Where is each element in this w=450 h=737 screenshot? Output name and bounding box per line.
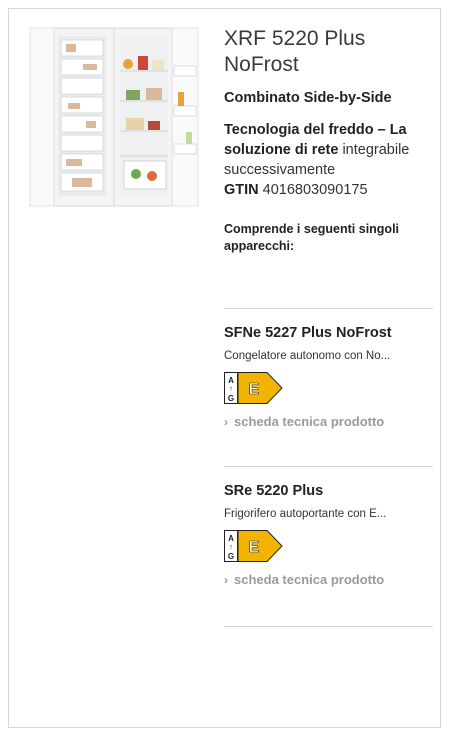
chevron-right-icon: › [224, 414, 228, 429]
energy-class-letter: E [249, 381, 260, 398]
product-title: XRF 5220 Plus NoFrost [224, 27, 366, 76]
gtin-label: GTIN [224, 182, 259, 198]
energy-class-badge: A ↑ G E [224, 530, 283, 562]
product-datasheet-link[interactable]: › scheda tecnica prodotto [224, 572, 433, 587]
energy-scale-top: A [228, 534, 234, 543]
energy-label[interactable]: A ↑ G E [224, 372, 433, 404]
appliance-item: SFNe 5227 Plus NoFrost Congelatore auton… [224, 308, 433, 429]
product-datasheet-label: scheda tecnica prodotto [234, 572, 385, 587]
energy-class-letter: E [249, 539, 260, 556]
energy-class-badge: A ↑ G E [224, 372, 283, 404]
product-subtitle: Combinato Side-by-Side [224, 90, 392, 106]
includes-heading: Comprende i seguenti singoli apparecchi: [224, 222, 400, 253]
svg-text:↑: ↑ [229, 386, 233, 393]
energy-scale-top: A [228, 376, 234, 385]
gtin: GTIN 4016803090175 [224, 180, 434, 200]
product-datasheet-link[interactable]: › scheda tecnica prodotto [224, 414, 433, 429]
product-datasheet-label: scheda tecnica prodotto [234, 414, 385, 429]
energy-scale-bottom: G [228, 552, 234, 561]
energy-scale-bottom: G [228, 394, 234, 403]
cooling-technology: Tecnologia del freddo – La soluzione di … [224, 120, 434, 180]
appliance-item: SRe 5220 Plus Frigorifero autoportante c… [224, 466, 433, 587]
svg-text:↑: ↑ [229, 544, 233, 551]
product-image [29, 27, 199, 207]
divider [224, 626, 433, 627]
appliance-name: SRe 5220 Plus [224, 483, 324, 499]
appliance-name: SFNe 5227 Plus NoFrost [224, 325, 392, 341]
chevron-right-icon: › [224, 572, 228, 587]
energy-label[interactable]: A ↑ G E [224, 530, 433, 562]
gtin-value: 4016803090175 [262, 182, 368, 198]
appliance-description: Congelatore autonomo con No... [224, 350, 391, 362]
appliance-description: Frigorifero autoportante con E... [224, 508, 387, 520]
product-info: XRF 5220 Plus NoFrost Combinato Side-by-… [224, 26, 434, 255]
